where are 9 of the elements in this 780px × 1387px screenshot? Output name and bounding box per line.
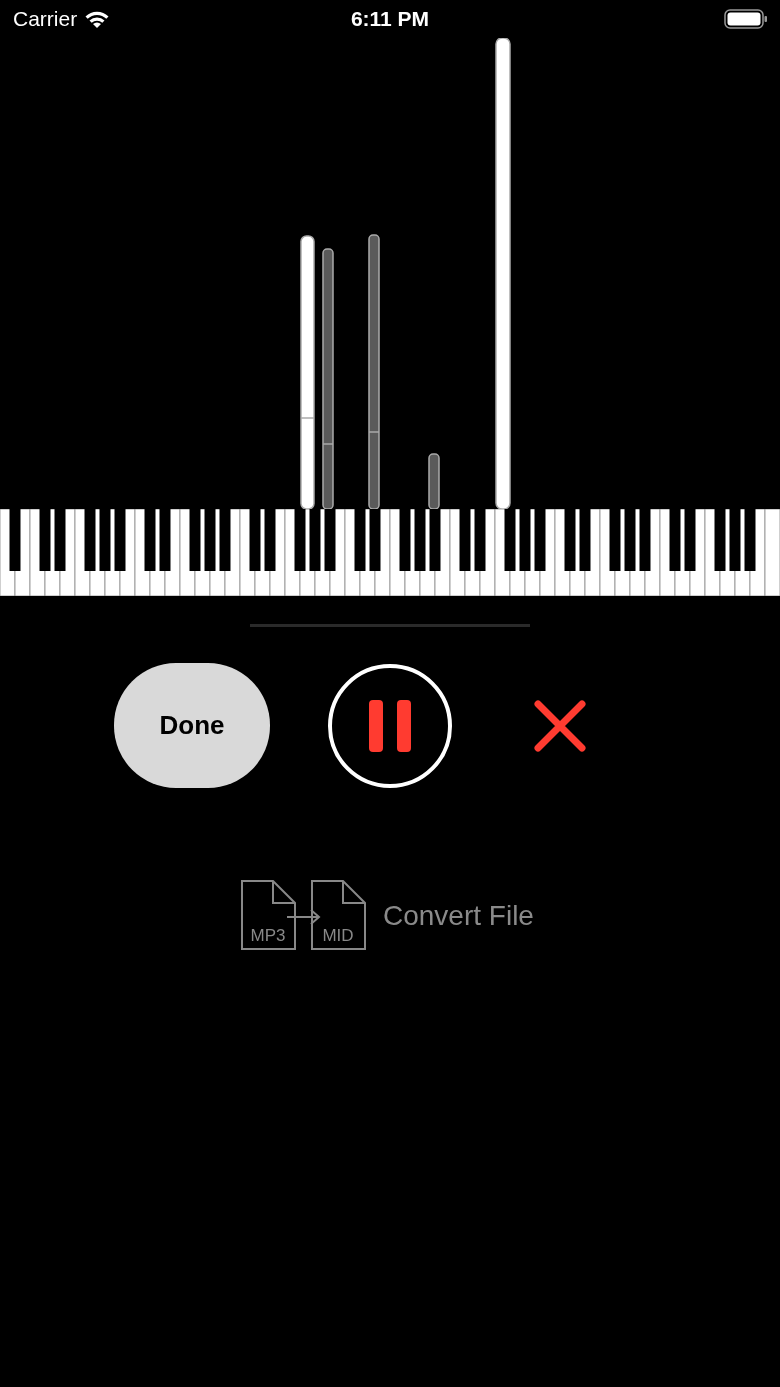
done-button[interactable]: Done [114,663,270,788]
battery-icon [724,9,768,29]
pause-icon [367,697,413,754]
close-button[interactable] [534,699,586,752]
status-time: 6:11 PM [350,7,430,31]
convert-file-button[interactable]: MP3 MID Convert File [241,880,534,952]
piano-keyboard[interactable] [0,509,780,596]
close-icon [534,699,586,752]
carrier-label: Carrier [13,7,78,31]
